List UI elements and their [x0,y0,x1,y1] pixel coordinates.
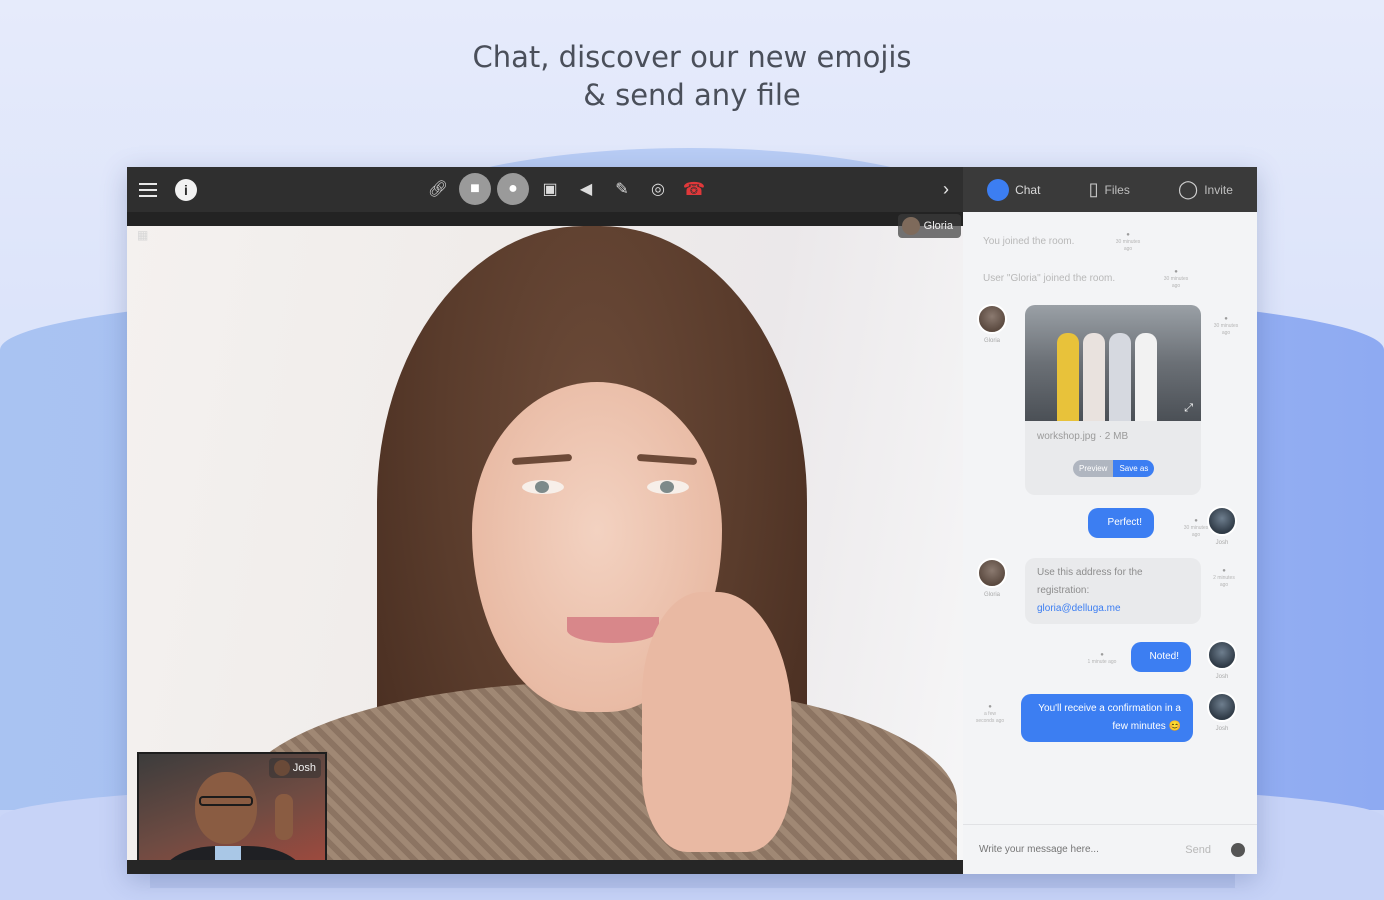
headline-line-1: Chat, discover our new emojis [472,40,912,74]
pip-video[interactable]: Josh [137,752,327,860]
tab-chat[interactable]: Chat [987,178,1041,201]
video-top-strip [127,212,963,226]
file-name: workshop.jpg · 2 MB [1037,431,1129,442]
file-icon: ▯ [1088,179,1099,199]
video-subject-eye [522,480,564,494]
record-icon[interactable]: ◎ [643,173,673,205]
message-time: 30 minutes ago [1211,316,1241,337]
tab-label: Invite [1204,182,1233,197]
send-button[interactable]: Send [1185,844,1211,856]
author-name: Josh [1215,674,1229,680]
tab-label: Chat [1015,182,1041,197]
camera-icon[interactable]: ■ [459,173,491,205]
avatar-gloria [977,558,1007,588]
participant-name: Josh [292,762,316,774]
file-message: ⤢ workshop.jpg · 2 MB Preview Save as [1025,305,1201,495]
avatar [901,217,920,235]
message-composer: Send [963,824,1257,874]
avatar [273,760,290,776]
photo-figure [1135,333,1157,421]
participant-name: Gloria [923,220,953,232]
draw-icon[interactable]: ✎ [607,173,637,205]
pip-subject-glasses [199,796,253,806]
menu-icon[interactable] [139,182,157,197]
participant-tag-pip: Josh [268,758,321,778]
tab-label: Files [1104,182,1130,197]
video-subject-eye [647,480,689,494]
chat-bubble-outgoing: Perfect! [1088,508,1154,538]
photo-figure [1109,333,1131,421]
microphone-icon[interactable]: ● [497,173,529,205]
file-preview-image[interactable]: ⤢ [1025,305,1201,421]
system-message: You joined the room. [983,236,1075,247]
file-actions: Preview Save as [1073,460,1155,477]
email-link[interactable]: gloria@delluga.me [1037,600,1189,618]
system-message: User "Gloria" joined the room. [983,273,1116,284]
screen-share-icon[interactable]: ▣ [535,173,565,205]
video-subject-hand [642,592,792,852]
avatar-gloria [977,304,1007,334]
window-shadow [150,874,1235,888]
author-name: Josh [1215,540,1229,546]
video-call-window: i 🔗︎ ■ ● ▣ ◀ ✎ ◎ ☎ › ▦ Gloria Josh Chat … [127,167,1257,874]
tab-files[interactable]: ▯ Files [1089,179,1130,200]
avatar-josh [1207,506,1237,536]
headline-line-2: & send any file [583,78,801,112]
message-time: 1 minute ago [1087,652,1117,666]
panel-tabs: Chat ▯ Files ◯ Invite [963,167,1257,212]
tab-invite[interactable]: ◯ Invite [1178,179,1233,200]
call-toolbar: i 🔗︎ ■ ● ▣ ◀ ✎ ◎ ☎ › [127,167,963,212]
author-name: Josh [1215,726,1229,732]
photo-figure [1083,333,1105,421]
message-input[interactable] [979,844,1186,855]
author-name: Gloria [983,338,1000,344]
pip-subject-shirt [215,846,241,860]
save-as-button[interactable]: Save as [1113,460,1155,477]
message-text: Use this address for the registration: [1037,567,1143,596]
chat-bubble-incoming: Use this address for the registration: g… [1025,558,1201,624]
author-name: Gloria [983,592,1000,598]
chat-bubble-outgoing: You'll receive a confirmation in a few m… [1021,694,1193,742]
expand-icon[interactable]: ⤢ [1184,402,1193,415]
chat-messages[interactable]: You joined the room. 30 minutes ago User… [963,212,1257,824]
participant-tag-main: Gloria [897,214,961,238]
message-time: a few seconds ago [975,704,1005,725]
chat-icon [987,178,1010,201]
megaphone-icon[interactable]: ◀ [571,173,601,205]
hang-up-icon[interactable]: ☎ [679,173,709,205]
avatar-josh [1207,692,1237,722]
pip-subject-head [195,772,257,844]
headline: Chat, discover our new emojis & send any… [0,38,1384,114]
message-time: 30 minutes ago [1161,269,1191,290]
side-panel: Chat ▯ Files ◯ Invite You joined the roo… [963,167,1257,874]
emoji-icon[interactable] [1231,842,1245,857]
main-video: ▦ Gloria Josh [127,212,963,860]
call-controls: 🔗︎ ■ ● ▣ ◀ ✎ ◎ ☎ [423,173,709,205]
photo-figure [1057,333,1079,421]
link-icon[interactable]: 🔗︎ [423,173,453,205]
chat-bubble-outgoing: Noted! [1131,642,1191,672]
avatar-josh [1207,640,1237,670]
preview-button[interactable]: Preview [1073,460,1114,477]
user-icon: ◯ [1178,179,1199,199]
pip-subject-hand [275,794,293,840]
message-time: 30 minutes ago [1113,232,1143,253]
video-bottom-strip [127,860,963,874]
video-subject-mouth [567,617,659,643]
message-time: 2 minutes ago [1209,568,1239,589]
chevron-right-icon[interactable]: › [943,179,949,200]
info-icon[interactable]: i [175,178,197,201]
grid-layout-icon[interactable]: ▦ [137,228,149,242]
